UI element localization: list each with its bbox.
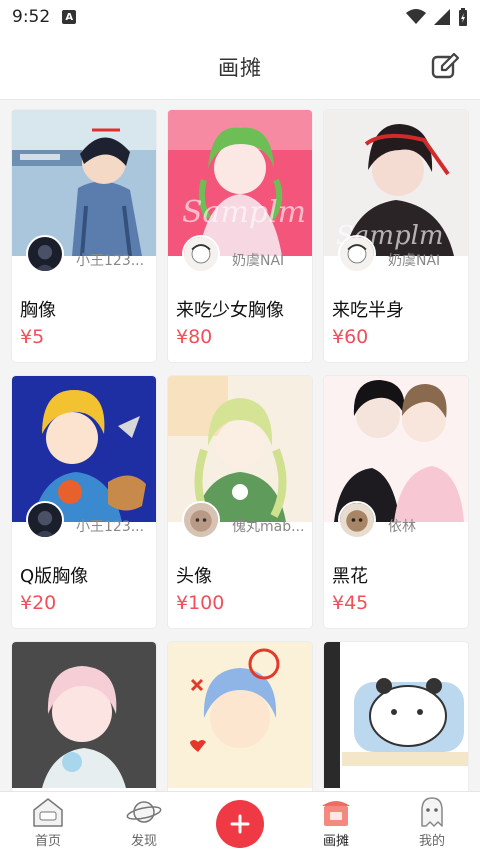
author-row[interactable]: 奶虞NAI	[324, 234, 468, 274]
artwork-price: ¥20	[20, 592, 57, 614]
artwork-thumbnail	[324, 642, 468, 788]
tab-label: 首页	[34, 834, 61, 849]
author-name: 依林	[388, 519, 416, 535]
artwork-price: ¥45	[332, 592, 369, 614]
planet-icon	[126, 801, 162, 823]
app-header: 画摊	[0, 34, 480, 100]
artwork-title: 胸像	[20, 300, 56, 321]
avatar[interactable]	[26, 501, 64, 539]
artwork-thumbnail	[168, 642, 312, 788]
wifi-icon	[406, 9, 426, 24]
tab-discover[interactable]: 发现	[96, 792, 192, 853]
avatar[interactable]	[182, 501, 220, 539]
artwork-card[interactable]	[324, 642, 468, 791]
tab-create[interactable]	[192, 792, 288, 853]
author-name: 小王123...	[76, 519, 145, 535]
artwork-title: 来吃半身	[332, 300, 404, 321]
artwork-card[interactable]: 小王123... 胸像 ¥5	[12, 110, 156, 362]
avatar[interactable]	[182, 235, 220, 273]
stall-icon	[322, 801, 350, 826]
signal-icon	[434, 9, 450, 25]
page-title: 画摊	[218, 55, 262, 80]
add-button[interactable]	[216, 800, 264, 848]
status-bar: 9:52 A	[0, 0, 480, 34]
author-row[interactable]: 依林	[324, 500, 468, 540]
artwork-price: ¥80	[176, 326, 213, 348]
author-row[interactable]: 傀丸mab...	[168, 500, 312, 540]
status-time: 9:52	[12, 7, 51, 27]
tab-art-stall[interactable]: 画摊	[288, 792, 384, 853]
artwork-card[interactable]: 傀丸mab... 头像 ¥100	[168, 376, 312, 628]
tab-label: 画摊	[322, 834, 349, 849]
artwork-title: 来吃少女胸像	[176, 300, 284, 321]
tab-label: 我的	[418, 834, 445, 849]
tab-home[interactable]: 首页	[0, 792, 96, 853]
avatar[interactable]	[338, 235, 376, 273]
artwork-price: ¥5	[20, 326, 45, 348]
artwork-title: 头像	[176, 566, 212, 587]
ghost-icon	[421, 797, 443, 827]
artwork-card[interactable]: Samplm 奶虞NAI 来吃半身 ¥60	[324, 110, 468, 362]
tab-label: 发现	[130, 834, 157, 849]
tab-profile[interactable]: 我的	[384, 792, 480, 853]
edit-icon[interactable]	[430, 52, 460, 82]
artwork-price: ¥60	[332, 326, 369, 348]
artwork-title: Q版胸像	[20, 566, 89, 587]
battery-icon	[459, 8, 467, 26]
author-name: 傀丸mab...	[232, 519, 305, 535]
plus-icon	[230, 814, 250, 834]
artwork-card[interactable]: 依林 黑花 ¥45	[324, 376, 468, 628]
author-name: 小王123...	[76, 253, 145, 269]
author-row[interactable]: 奶虞NAI	[168, 234, 312, 274]
svg-text:Samplm: Samplm	[182, 195, 306, 230]
author-row[interactable]: 小王123...	[12, 500, 156, 540]
artwork-card[interactable]: 小王123... Q版胸像 ¥20	[12, 376, 156, 628]
bottom-tab-bar: 首页 发现 画摊 我的	[0, 791, 480, 853]
author-row[interactable]: 小王123...	[12, 234, 156, 274]
avatar[interactable]	[338, 501, 376, 539]
home-icon	[33, 798, 63, 827]
artwork-card[interactable]	[168, 642, 312, 791]
artwork-card[interactable]	[12, 642, 156, 791]
artwork-price: ¥100	[176, 592, 225, 614]
artwork-card[interactable]: Samplm 奶虞NAI 来吃少女胸像 ¥80	[168, 110, 312, 362]
notification-icon: A	[62, 10, 77, 24]
status-icons	[406, 8, 468, 26]
author-name: 奶虞NAI	[388, 253, 441, 269]
author-name: 奶虞NAI	[232, 253, 285, 269]
artwork-thumbnail	[12, 642, 156, 788]
avatar[interactable]	[26, 235, 64, 273]
artwork-title: 黑花	[332, 566, 368, 587]
artwork-grid: 小王123... 胸像 ¥5 Samplm 奶虞NAI 来吃少女胸像 ¥80 S…	[0, 100, 480, 791]
